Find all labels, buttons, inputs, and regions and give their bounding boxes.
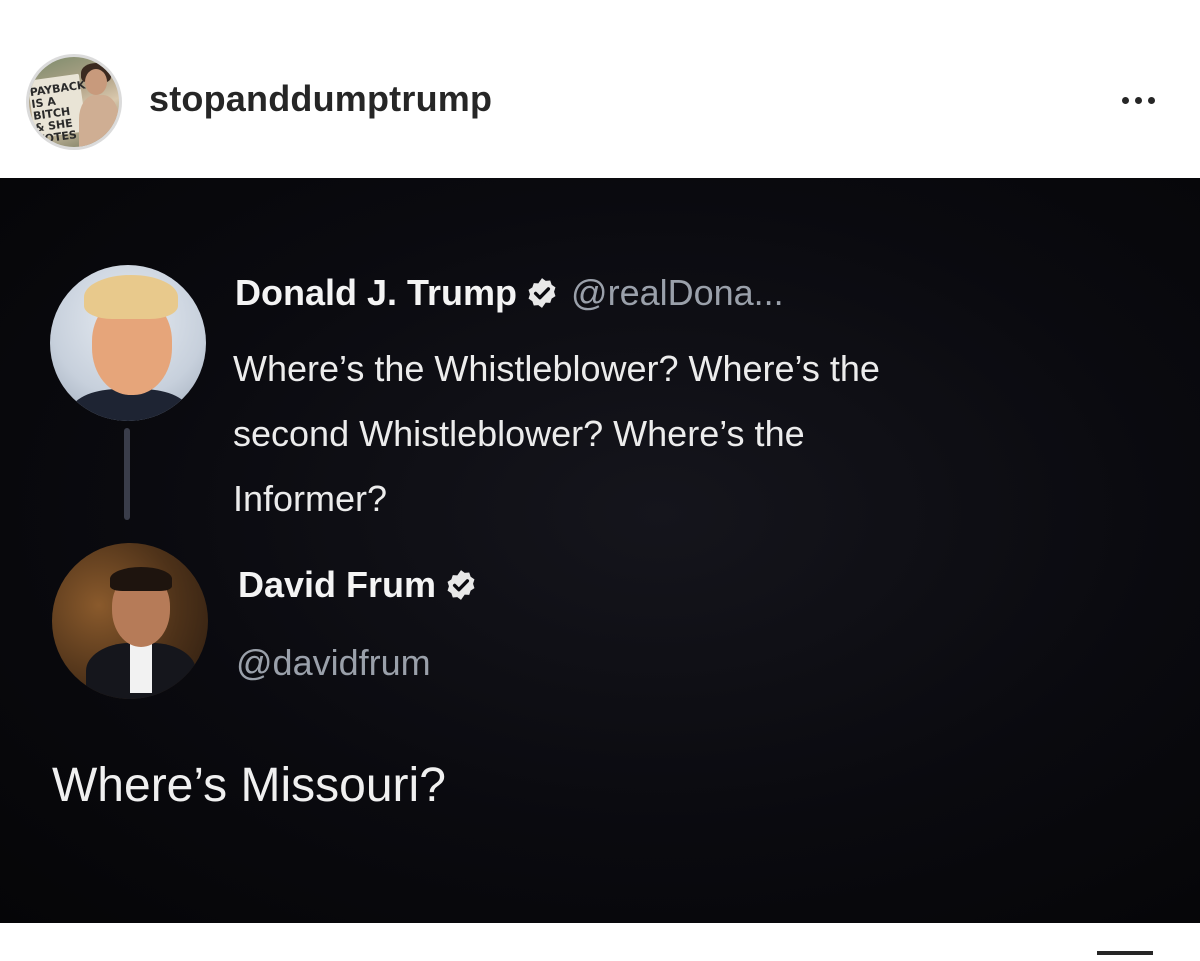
bookmark-icon[interactable] [1097, 951, 1153, 955]
avatar-hair [84, 275, 178, 319]
tweet-author-handle: @realDona... [571, 272, 784, 313]
tweet-author-row: Donald J. Trump @realDona... [235, 272, 784, 314]
avatar-hair [110, 567, 172, 591]
instagram-post: PAYBACK IS A BITCH & SHE VOTES stopanddumptr… [0, 0, 1200, 961]
reply-text: Where’s Missouri? [52, 759, 446, 812]
post-image[interactable]: Donald J. Trump @realDona... Where’s the… [0, 178, 1200, 923]
avatar-shirt [130, 643, 152, 693]
more-options-icon-dot [1134, 96, 1142, 104]
post-header: PAYBACK IS A BITCH & SHE VOTES stopanddumptr… [0, 0, 1200, 178]
reply-author-row: David Frum [238, 564, 478, 606]
person-head [85, 69, 107, 95]
tweet-text-line: second Whistleblower? Where’s the [233, 413, 805, 454]
reply-author-handle: @davidfrum [236, 642, 431, 683]
profile-photo: PAYBACK IS A BITCH & SHE VOTES [29, 57, 119, 147]
tweet-text: Where’s the Whistleblower? Where’s the s… [233, 336, 1163, 531]
verified-badge-icon [447, 570, 475, 600]
tweet-author-name: Donald J. Trump [235, 272, 518, 313]
thread-connector-line [124, 428, 130, 520]
person-body [79, 95, 119, 147]
username-link[interactable]: stopanddumptrump [149, 78, 492, 120]
verified-badge-icon [528, 278, 556, 308]
profile-avatar[interactable]: PAYBACK IS A BITCH & SHE VOTES [26, 54, 122, 150]
tweet-text-line: Where’s the Whistleblower? Where’s the [233, 348, 880, 389]
more-options-icon-dot [1147, 96, 1155, 104]
tweet-text-line: Informer? [233, 478, 388, 519]
more-options-button[interactable] [1108, 80, 1168, 120]
reply-author-avatar [52, 543, 208, 699]
tweet-author-avatar [50, 265, 206, 421]
reply-author-name: David Frum [238, 564, 437, 605]
more-options-icon [1121, 96, 1129, 104]
